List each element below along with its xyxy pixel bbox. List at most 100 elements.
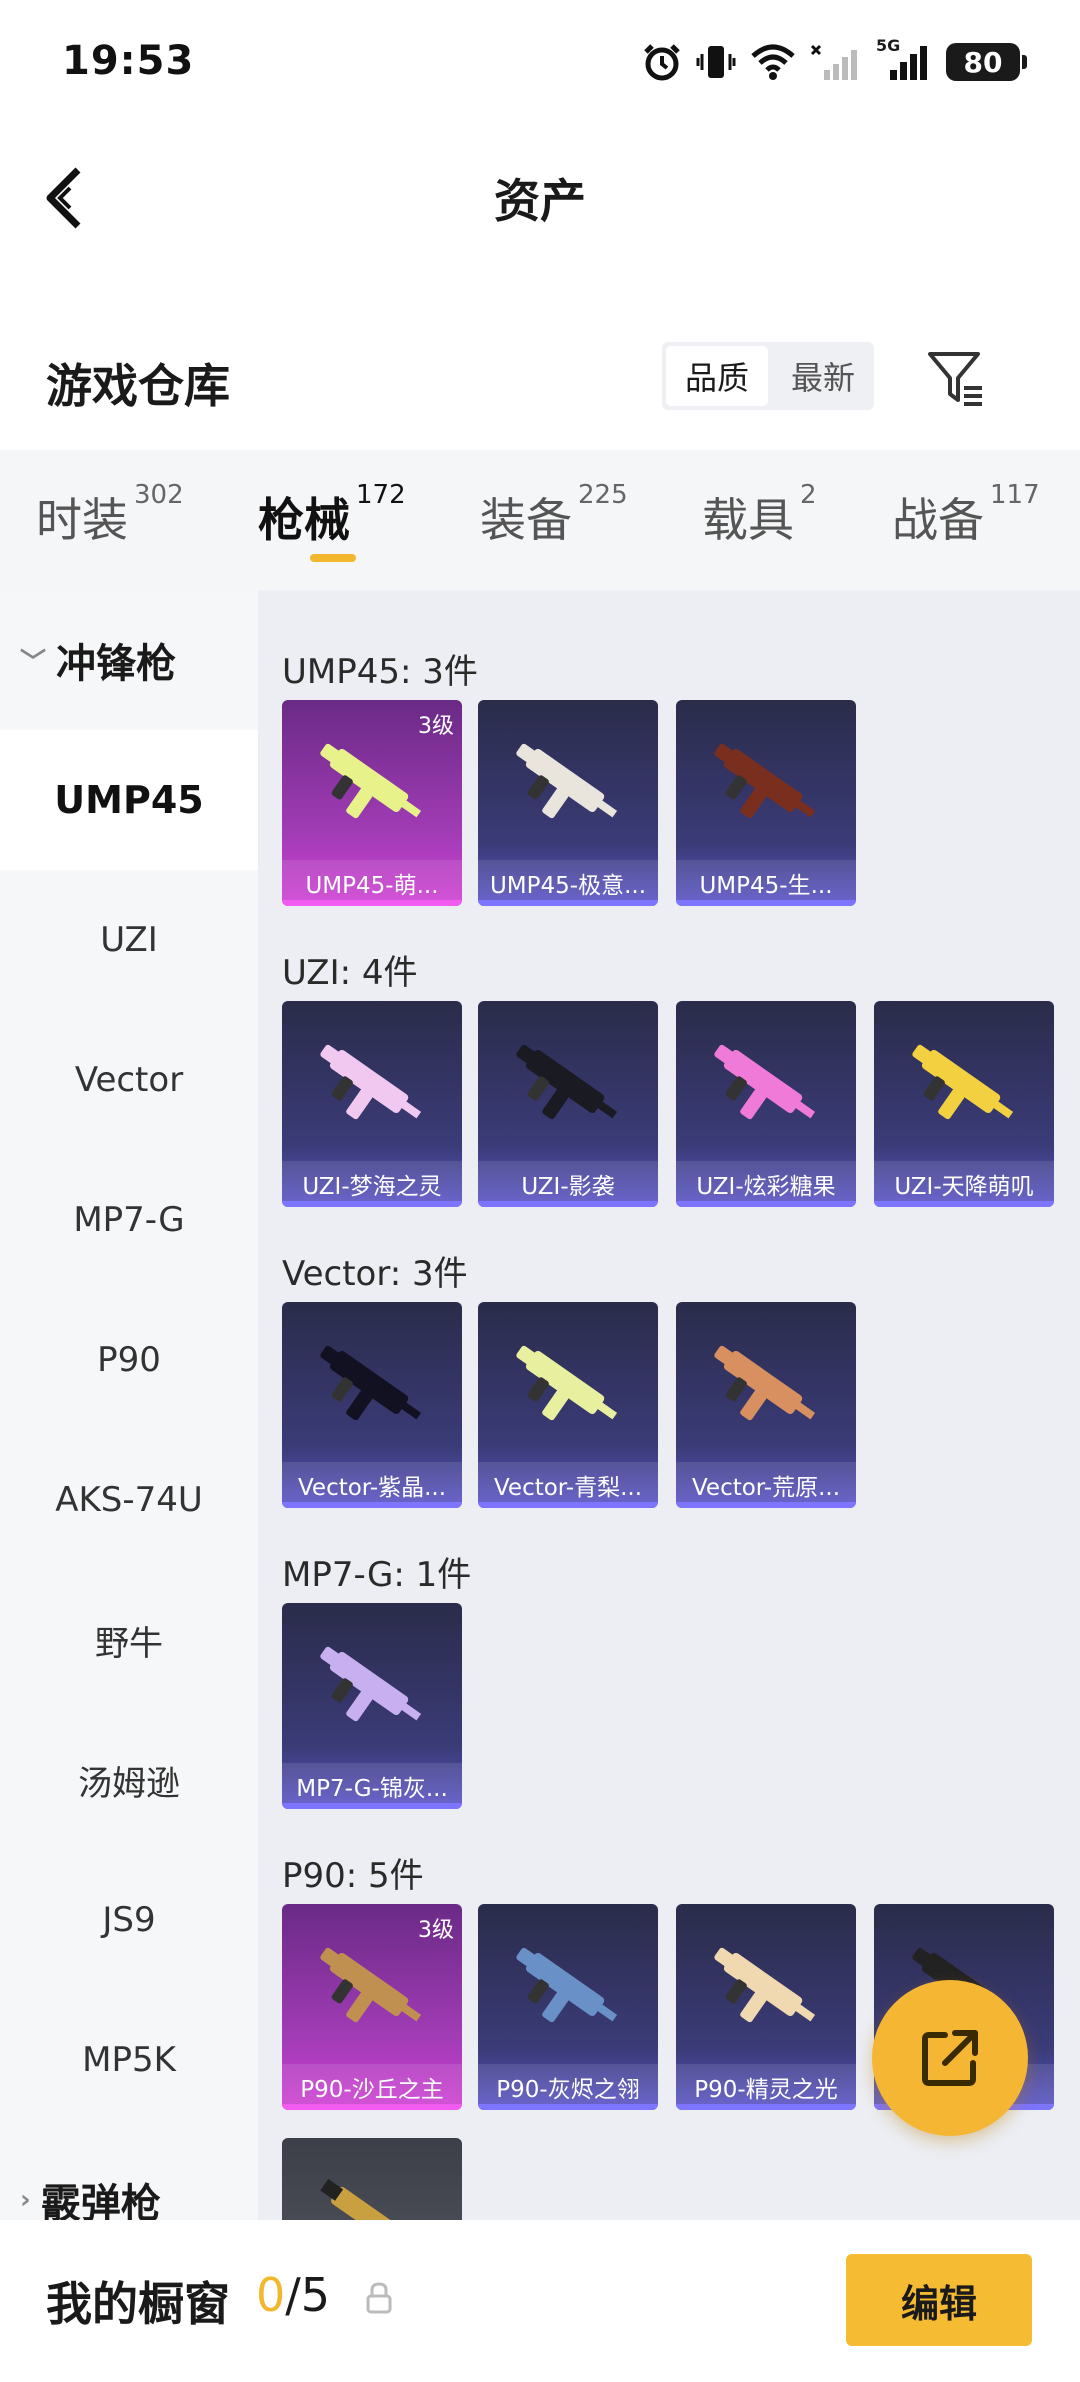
share-fab-button[interactable] (872, 1980, 1028, 2136)
status-bar: 19:53 5G 80 (0, 0, 1080, 120)
weapon-skin-icon (912, 1044, 1014, 1120)
sidebar-item-mp7g[interactable]: MP7-G (0, 1150, 258, 1290)
category-tabs: 时装 302 枪械 172 装备 225 载具 2 战备 117 (0, 450, 1080, 590)
tab-firearms[interactable]: 枪械 172 (258, 480, 406, 550)
sort-by-quality[interactable]: 品质 (666, 346, 768, 406)
share-external-icon (922, 2030, 978, 2086)
rarity-bar (282, 1502, 462, 1508)
tab-fashion[interactable]: 时装 302 (36, 480, 184, 550)
sidebar-item-bizon[interactable]: 野牛 (0, 1570, 258, 1710)
tab-count: 2 (800, 480, 817, 510)
section-title: P90: 5件 (282, 1856, 424, 1896)
warehouse-header: 游戏仓库 品质 最新 (0, 320, 1080, 440)
rarity-bar (478, 1201, 658, 1207)
status-icons: 5G 80 (642, 36, 1027, 84)
weapon-skin-icon (714, 1345, 816, 1421)
showcase-bar: 我的橱窗 0/5 编辑 (0, 2220, 1080, 2382)
rarity-bar (478, 2104, 658, 2110)
filter-icon (928, 352, 982, 406)
weapon-skin-grid: UMP45: 3件 3级 UMP45-萌... UMP45-极意... UMP45-生.… (258, 590, 1080, 2220)
rarity-bar (676, 1201, 856, 1207)
weapon-skin-icon (516, 743, 618, 819)
vibrate-icon (696, 46, 736, 78)
showcase-label: 我的橱窗 (46, 2277, 230, 2331)
chevron-right-icon: › (20, 2185, 31, 2215)
showcase-current: 0 (256, 2268, 286, 2322)
showcase-count: 0/5 (256, 2268, 330, 2322)
tab-label: 装备 (480, 493, 572, 547)
weapon-skin-icon (320, 1646, 422, 1722)
tab-equipment[interactable]: 装备 225 (480, 480, 628, 550)
status-time: 19:53 (62, 38, 195, 84)
weapon-skin-icon (320, 1044, 422, 1120)
sidebar-group-label: 冲锋枪 (56, 641, 177, 687)
section-title: UZI: 4件 (282, 953, 418, 993)
skin-card[interactable]: UZI-天降萌叽 (874, 1001, 1054, 1207)
weapon-skin-icon (714, 1947, 816, 2023)
tab-label: 战备 (892, 493, 984, 547)
rarity-bar (874, 1201, 1054, 1207)
section-title: MP7-G: 1件 (282, 1555, 472, 1595)
weapon-skin-icon (320, 2179, 409, 2220)
tab-count: 172 (356, 480, 406, 510)
skin-card[interactable]: UZI-影袭 (478, 1001, 658, 1207)
lock-icon (366, 2282, 392, 2314)
alarm-icon (644, 44, 680, 81)
rarity-bar (478, 900, 658, 906)
sidebar-group-smg[interactable]: ﹀ 冲锋枪 (0, 590, 258, 730)
tab-count: 117 (990, 480, 1040, 510)
sidebar-group-shotgun[interactable]: › 霰弹枪 (0, 2130, 258, 2220)
battery-indicator: 80 (946, 43, 1027, 81)
tab-label: 时装 (36, 493, 128, 547)
network-type: 5G (876, 36, 901, 55)
skin-card[interactable] (282, 2138, 462, 2220)
rarity-bar (676, 1502, 856, 1508)
skin-card[interactable]: MP7-G-锦灰... (282, 1603, 462, 1809)
section-title: Vector: 3件 (282, 1254, 468, 1294)
filter-button[interactable] (924, 346, 988, 410)
weapon-skin-icon (714, 743, 816, 819)
tab-label: 载具 (702, 493, 794, 547)
signal-5g-icon: 5G (876, 36, 932, 82)
weapon-type-sidebar: ﹀ 冲锋枪 UMP45 UZI Vector MP7-G P90 AKS-74U… (0, 590, 258, 2220)
level-badge: 3级 (418, 714, 454, 739)
skin-card[interactable]: Vector-紫晶... (282, 1302, 462, 1508)
skin-card[interactable]: P90-精灵之光 (676, 1904, 856, 2110)
skin-card[interactable]: Vector-荒原... (676, 1302, 856, 1508)
sort-toggle: 品质 最新 (662, 342, 874, 410)
wifi-icon (751, 44, 795, 80)
tab-count: 225 (578, 480, 628, 510)
sidebar-item-thompson[interactable]: 汤姆逊 (0, 1710, 258, 1850)
sidebar-item-p90[interactable]: P90 (0, 1290, 258, 1430)
tab-vehicles[interactable]: 载具 2 (702, 480, 817, 550)
sidebar-item-ump45[interactable]: UMP45 (0, 730, 258, 870)
active-tab-indicator (310, 554, 356, 562)
sort-by-newest[interactable]: 最新 (772, 342, 874, 410)
showcase-total: /5 (285, 2268, 331, 2322)
skin-card[interactable]: 3级 UMP45-萌... (282, 700, 462, 906)
rarity-bar (676, 2104, 856, 2110)
tab-supplies[interactable]: 战备 117 (892, 480, 1040, 550)
skin-card[interactable]: UMP45-极意... (478, 700, 658, 906)
weapon-skin-icon (714, 1044, 816, 1120)
rarity-bar (676, 900, 856, 906)
skin-card[interactable]: UZI-炫彩糖果 (676, 1001, 856, 1207)
rarity-bar (282, 1201, 462, 1207)
skin-card[interactable]: P90-灰烬之翎 (478, 1904, 658, 2110)
rarity-bar (478, 1502, 658, 1508)
skin-card[interactable]: UMP45-生... (676, 700, 856, 906)
rarity-bar (282, 1803, 462, 1809)
sidebar-item-vector[interactable]: Vector (0, 1010, 258, 1150)
weapon-skin-icon (516, 1947, 618, 2023)
weapon-skin-icon (516, 1044, 618, 1120)
skin-card[interactable]: 3级 P90-沙丘之主 (282, 1904, 462, 2110)
sidebar-item-mp5k[interactable]: MP5K (0, 1990, 258, 2130)
skin-card[interactable]: Vector-青梨... (478, 1302, 658, 1508)
section-title: UMP45: 3件 (282, 652, 478, 692)
skin-card[interactable]: UZI-梦海之灵 (282, 1001, 462, 1207)
edit-button[interactable]: 编辑 (846, 2254, 1032, 2346)
tab-count: 302 (134, 480, 184, 510)
sidebar-item-js9[interactable]: JS9 (0, 1850, 258, 1990)
sidebar-item-aks74u[interactable]: AKS-74U (0, 1430, 258, 1570)
sidebar-item-uzi[interactable]: UZI (0, 870, 258, 1010)
